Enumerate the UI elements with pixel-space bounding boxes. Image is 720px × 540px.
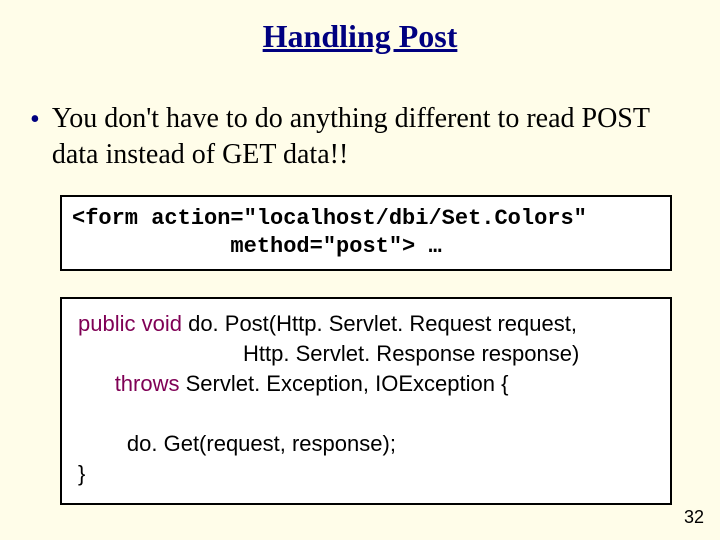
html-code-box: <form action="localhost/dbi/Set.Colors" … [60,195,672,271]
code-line-1: <form action="localhost/dbi/Set.Colors" [72,206,587,231]
kw-void: void [142,311,182,336]
page-number: 32 [684,507,704,528]
slide-title: Handling Post [0,0,720,61]
java-code-box: public void do. Post(Http. Servlet. Requ… [60,297,672,505]
bullet-text: You don't have to do anything different … [52,101,680,173]
kw-throws: throws [115,371,180,396]
java-sig-param2: Http. Servlet. Response response) [78,341,579,366]
kw-public: public [78,311,135,336]
java-sig-head: do. Post(Http. Servlet. Request request, [182,311,577,336]
bullet-item: • You don't have to do anything differen… [30,101,680,173]
java-throws-rest: Servlet. Exception, IOException { [179,371,508,396]
bullet-marker: • [30,103,40,137]
slide: Handling Post • You don't have to do any… [0,0,720,540]
java-body: do. Get(request, response); [78,431,396,456]
code-line-2: method="post"> … [72,234,442,259]
java-close: } [78,461,85,486]
